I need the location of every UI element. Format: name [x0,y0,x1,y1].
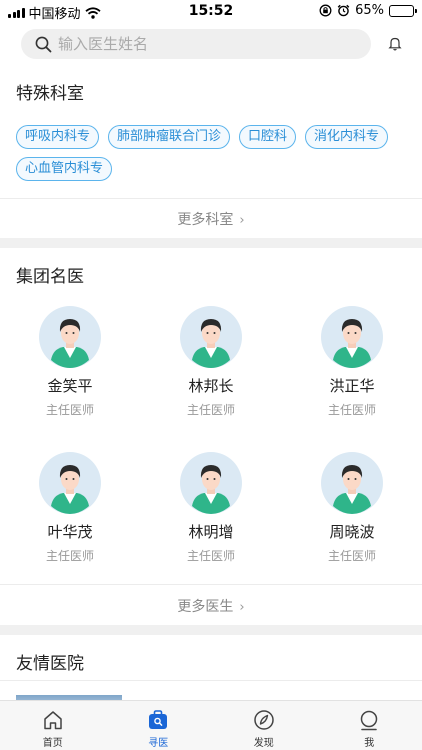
doctor-avatar [39,452,101,514]
doctor-card[interactable]: 周晓波 主任医师 [282,452,422,564]
department-tag[interactable]: 肺部肿瘤联合门诊 [108,125,231,149]
doctor-name: 林明增 [188,523,234,541]
discover-icon [254,710,274,730]
more-doctors-label: 更多医生 [177,599,234,615]
doctor-name: 金笑平 [47,377,93,395]
doctor-title: 主任医师 [327,403,376,417]
doctor-avatar [180,306,242,368]
doctor-avatar [39,306,101,368]
chevron-right-icon: › [239,600,245,615]
doctor-name: 周晓波 [329,523,375,541]
department-tags: 呼吸内科专 肺部肿瘤联合门诊 口腔科 消化内科专 心血管内科专 [16,125,406,181]
divider [0,680,422,681]
search-bar [0,22,422,66]
bell-icon[interactable] [388,36,402,51]
divider [0,584,422,585]
tab-label: 首页 [42,738,63,749]
doctor-avatar [321,306,383,368]
department-tag[interactable]: 口腔科 [239,125,297,149]
doctor-title: 主任医师 [327,549,376,563]
tab-home[interactable]: 首页 [0,701,106,750]
tab-bar: 首页 寻医 发现 我 [0,700,422,750]
doctor-card[interactable]: 金笑平 主任医师 [0,306,140,418]
friendly-hospitals-section: 友情医院 [0,635,422,705]
doctor-card[interactable]: 洪正华 主任医师 [282,306,422,418]
divider [0,198,422,199]
rotation-lock-icon [319,4,332,17]
doctor-title: 主任医师 [45,549,94,563]
tab-discover[interactable]: 发现 [211,701,317,750]
battery-icon [389,4,417,17]
tab-label: 寻医 [148,738,169,749]
tab-me[interactable]: 我 [317,701,422,750]
more-doctors-link[interactable]: 更多医生 › [0,596,422,616]
doctor-name: 林邦长 [188,377,234,395]
more-departments-link[interactable]: 更多科室 › [0,209,422,229]
profile-icon [361,710,378,731]
battery-percent: 65% [355,3,384,18]
group-doctors-section: 集团名医 金笑平 主任医师 林邦长 主任医师 洪正华 主任医师 叶华茂 主任医师… [0,248,422,625]
chevron-right-icon: › [239,213,245,228]
section-title-group-doctors: 集团名医 [16,267,84,287]
doctor-avatar [180,452,242,514]
alarm-icon [337,4,350,17]
section-title-special-departments: 特殊科室 [16,84,84,104]
status-bar: 中国移动 15:52 65% [0,0,422,22]
doctor-title: 主任医师 [186,549,235,563]
department-tag[interactable]: 消化内科专 [305,125,389,149]
doctor-card[interactable]: 林明增 主任医师 [141,452,281,564]
tab-label: 我 [364,738,375,749]
doctor-card[interactable]: 叶华茂 主任医师 [0,452,140,564]
search-input[interactable] [58,35,348,53]
search-icon [35,36,52,52]
special-departments-section: 特殊科室 呼吸内科专 肺部肿瘤联合门诊 口腔科 消化内科专 心血管内科专 更多科… [0,66,422,238]
more-departments-label: 更多科室 [177,212,234,228]
search-box[interactable] [21,29,371,59]
department-tag[interactable]: 呼吸内科专 [16,125,100,149]
section-title-friendly-hospitals: 友情医院 [16,654,84,674]
doctor-card[interactable]: 林邦长 主任医师 [141,306,281,418]
doctor-name: 叶华茂 [47,523,93,541]
doctor-title: 主任医师 [45,403,94,417]
find-doctor-icon [149,710,168,729]
doctor-title: 主任医师 [186,403,235,417]
department-tag[interactable]: 心血管内科专 [16,157,113,181]
home-icon [44,711,62,730]
doctor-name: 洪正华 [329,377,375,395]
tab-find-doctor[interactable]: 寻医 [106,701,212,750]
tab-label: 发现 [253,738,274,749]
doctor-avatar [321,452,383,514]
